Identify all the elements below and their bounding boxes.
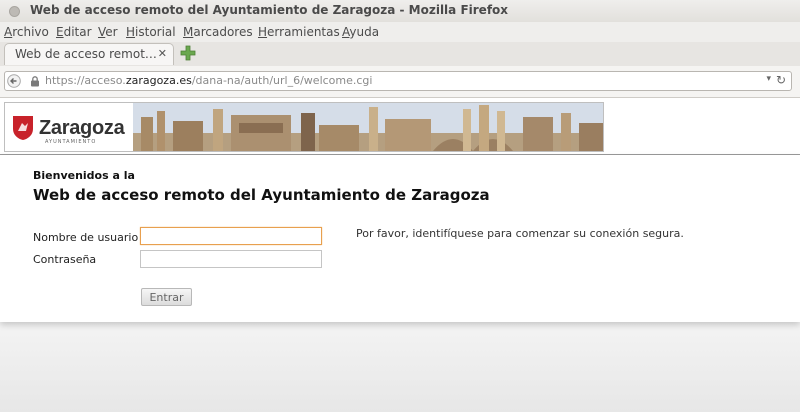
logo-subtitle: AYUNTAMIENTO bbox=[45, 139, 97, 145]
lock-icon[interactable] bbox=[29, 75, 41, 87]
window-titlebar: Web de acceso remoto del Ayuntamiento de… bbox=[0, 0, 800, 23]
menu-ver[interactable]: Ver bbox=[98, 25, 118, 39]
site-banner: Zaragoza AYUNTAMIENTO bbox=[0, 98, 800, 155]
coat-of-arms-icon bbox=[13, 116, 33, 140]
menu-herramientas[interactable]: Herramientas bbox=[258, 25, 340, 39]
city-skyline-photo bbox=[133, 103, 603, 151]
tab-title: Web de acceso remot… bbox=[15, 47, 157, 61]
welcome-subtitle: Bienvenidos a la bbox=[33, 169, 135, 182]
zaragoza-logo: Zaragoza AYUNTAMIENTO bbox=[5, 103, 133, 151]
url-bar[interactable]: https://acceso.zaragoza.es/dana-na/auth/… bbox=[4, 71, 792, 91]
navigation-bar: https://acceso.zaragoza.es/dana-na/auth/… bbox=[0, 66, 800, 98]
menu-ayuda[interactable]: Ayuda bbox=[342, 25, 379, 39]
page-title: Web de acceso remoto del Ayuntamiento de… bbox=[33, 186, 490, 204]
banner-image: Zaragoza AYUNTAMIENTO bbox=[4, 102, 604, 152]
tab-strip: Web de acceso remot… ✕ bbox=[0, 42, 800, 67]
reload-icon[interactable]: ↻ bbox=[776, 73, 786, 87]
new-tab-plus-icon[interactable] bbox=[180, 45, 196, 61]
login-instructions: Por favor, identifíquese para comenzar s… bbox=[356, 227, 684, 240]
logo-wordmark: Zaragoza bbox=[39, 117, 125, 139]
browser-tab[interactable]: Web de acceso remot… ✕ bbox=[4, 43, 174, 65]
url-dropdown-icon[interactable]: ▾ bbox=[766, 74, 771, 84]
menu-marcadores[interactable]: Marcadores bbox=[183, 25, 253, 39]
url-scheme: https://acceso. bbox=[45, 74, 126, 87]
password-label: Contraseña bbox=[33, 253, 97, 266]
menu-editar[interactable]: Editar bbox=[56, 25, 92, 39]
tab-close-icon[interactable]: ✕ bbox=[158, 47, 167, 60]
menu-historial[interactable]: Historial bbox=[126, 25, 176, 39]
page-viewport: Zaragoza AYUNTAMIENTO Bienvenidos a la W… bbox=[0, 98, 800, 412]
window-close-icon[interactable] bbox=[9, 6, 20, 17]
back-arrow-icon[interactable] bbox=[7, 74, 21, 88]
menu-bar: Archivo Editar Ver Historial Marcadores … bbox=[0, 22, 800, 42]
menu-archivo[interactable]: Archivo bbox=[4, 25, 49, 39]
username-label: Nombre de usuario bbox=[33, 231, 139, 244]
login-panel: Bienvenidos a la Web de acceso remoto de… bbox=[0, 155, 800, 322]
username-input[interactable] bbox=[140, 227, 322, 245]
submit-button[interactable]: Entrar bbox=[141, 288, 192, 306]
url-host: zaragoza.es bbox=[125, 74, 192, 87]
password-input[interactable] bbox=[140, 250, 322, 268]
url-text: https://acceso.zaragoza.es/dana-na/auth/… bbox=[45, 74, 372, 87]
window-title: Web de acceso remoto del Ayuntamiento de… bbox=[30, 3, 509, 17]
url-path: /dana-na/auth/url_6/welcome.cgi bbox=[191, 74, 373, 87]
